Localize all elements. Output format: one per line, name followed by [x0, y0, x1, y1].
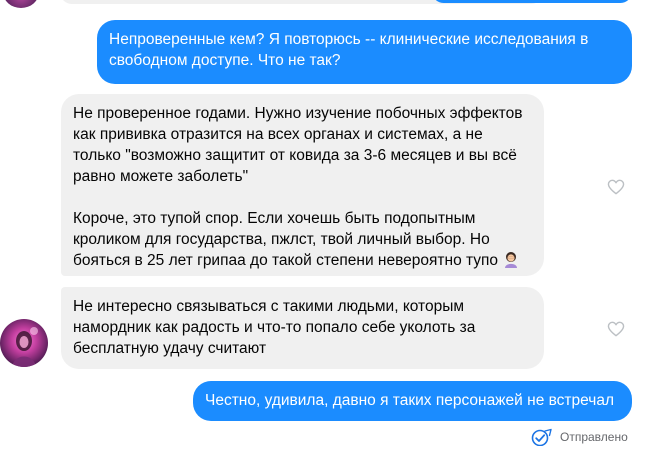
message-text: Не проверенное годами. Нужно изучение по… [73, 105, 523, 269]
delivery-status: Отправлено [531, 428, 628, 446]
chat-thread: Непроверенные кем? Я повторюсь -- клинич… [0, 0, 650, 462]
status-text: Отправлено [560, 430, 628, 444]
contact-avatar[interactable] [0, 319, 48, 367]
react-heart-icon[interactable] [607, 321, 625, 337]
avatar-image [12, 327, 38, 367]
woman-facepalming-icon [505, 252, 518, 268]
contact-avatar-partial[interactable] [3, 0, 39, 8]
incoming-message[interactable]: Не интересно связываться с такими людьми… [61, 287, 544, 369]
sent-check-icon [531, 428, 552, 446]
react-heart-icon[interactable] [607, 179, 625, 195]
incoming-message[interactable]: Не проверенное годами. Нужно изучение по… [61, 94, 544, 276]
message-bubble-partial-outgoing [432, 0, 632, 3]
outgoing-message[interactable]: Честно, удивила, давно я таких персонаже… [193, 381, 632, 421]
outgoing-message[interactable]: Непроверенные кем? Я повторюсь -- клинич… [97, 20, 632, 84]
